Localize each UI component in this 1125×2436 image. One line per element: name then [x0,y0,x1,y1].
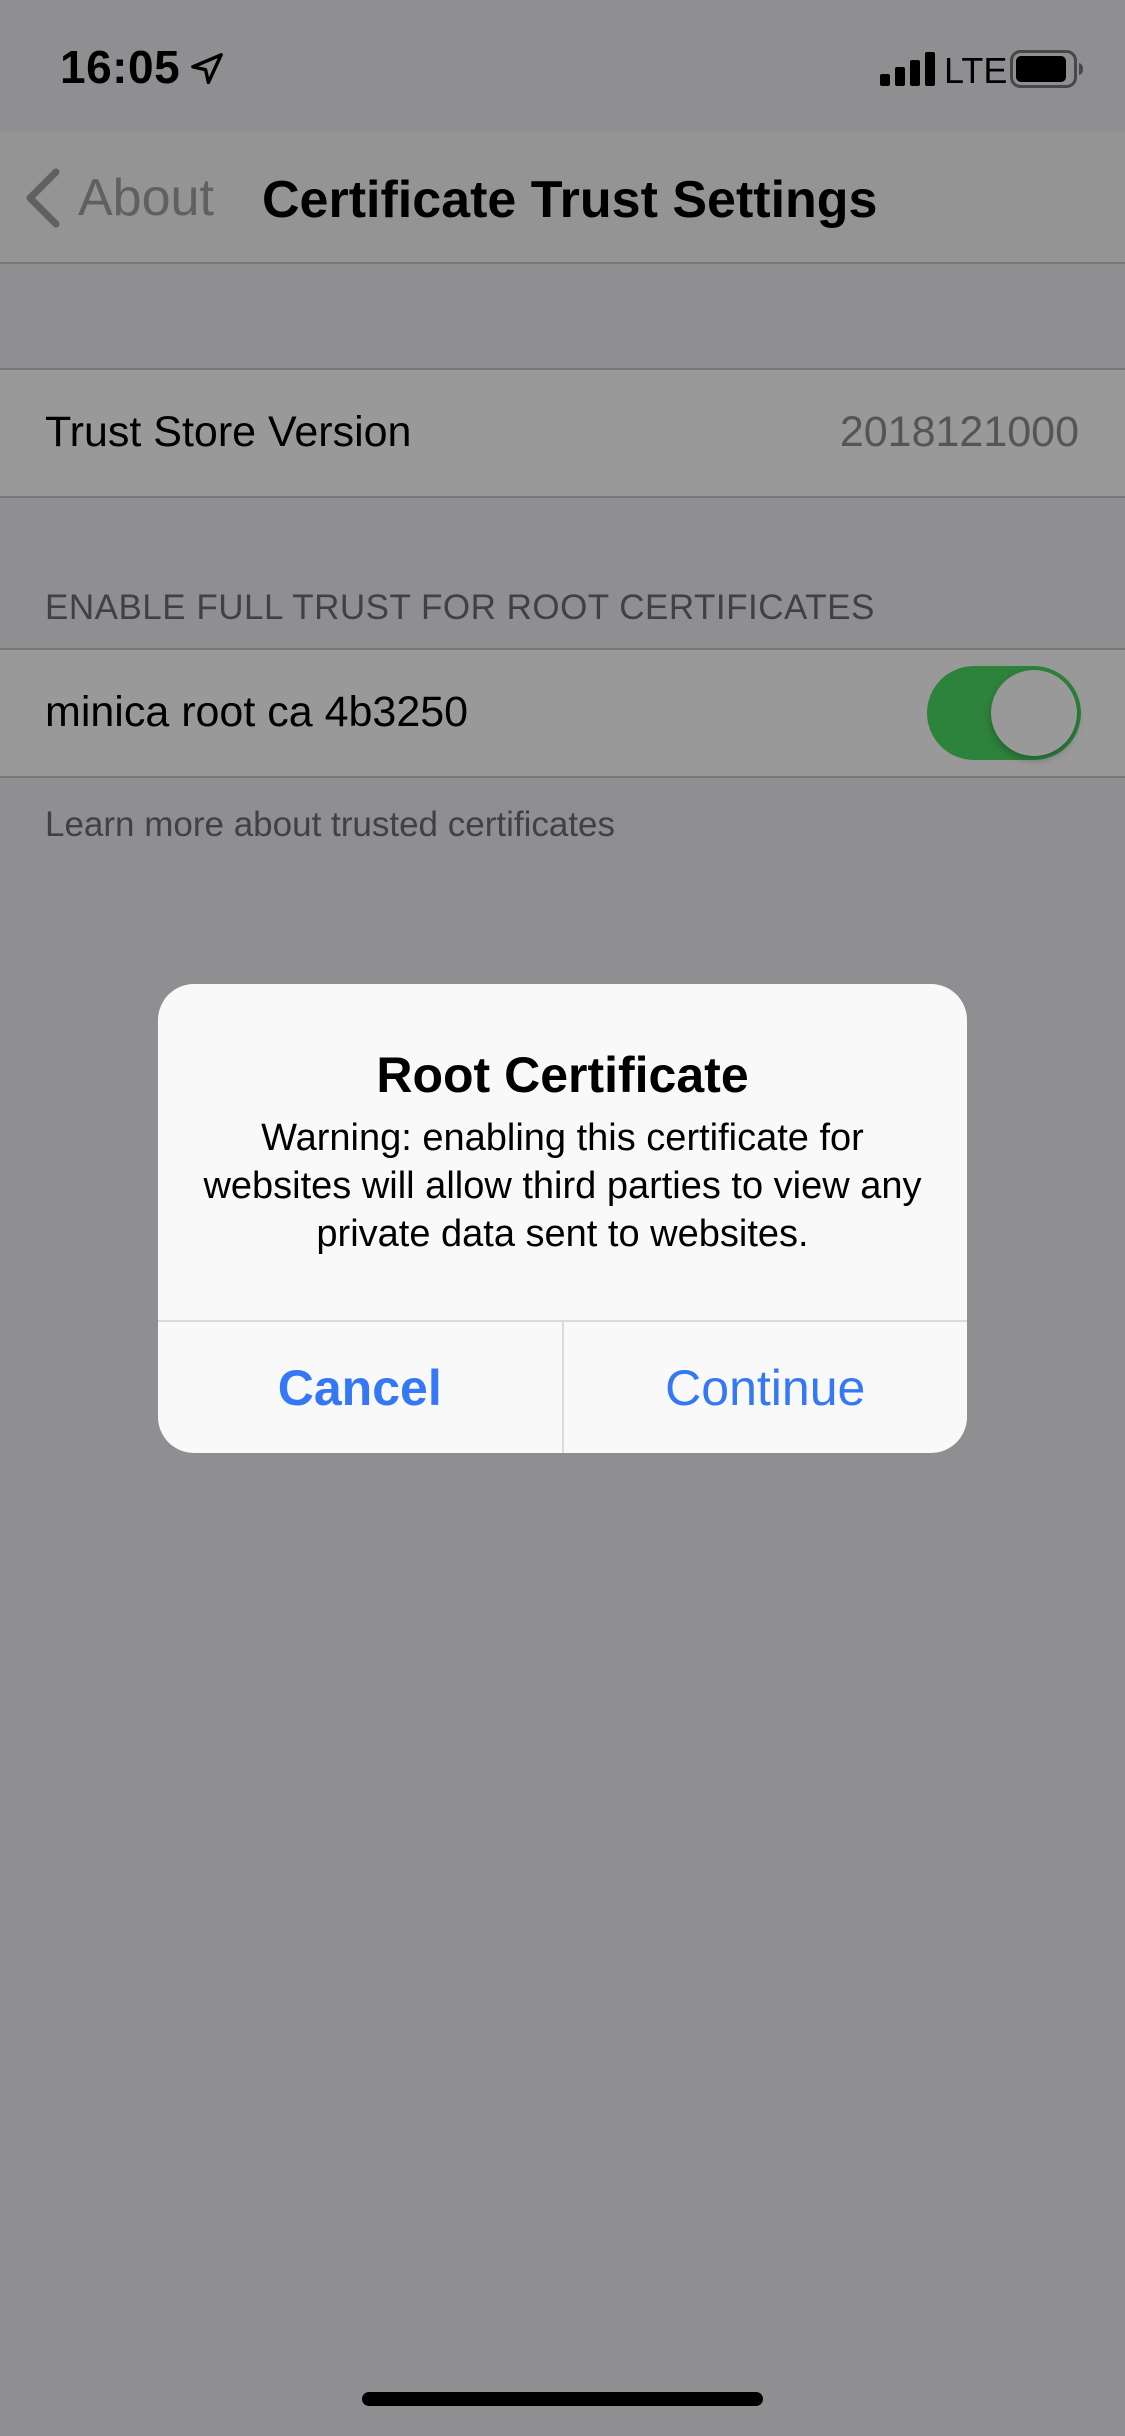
home-indicator[interactable] [362,2392,763,2406]
cancel-button[interactable]: Cancel [158,1322,564,1453]
alert-title: Root Certificate [376,1047,749,1103]
continue-button[interactable]: Continue [564,1322,968,1453]
root-certificate-alert: Root Certificate Warning: enabling this … [158,984,967,1453]
alert-actions: Cancel Continue [158,1320,967,1453]
alert-message: Warning: enabling this certificate for w… [203,1117,922,1255]
